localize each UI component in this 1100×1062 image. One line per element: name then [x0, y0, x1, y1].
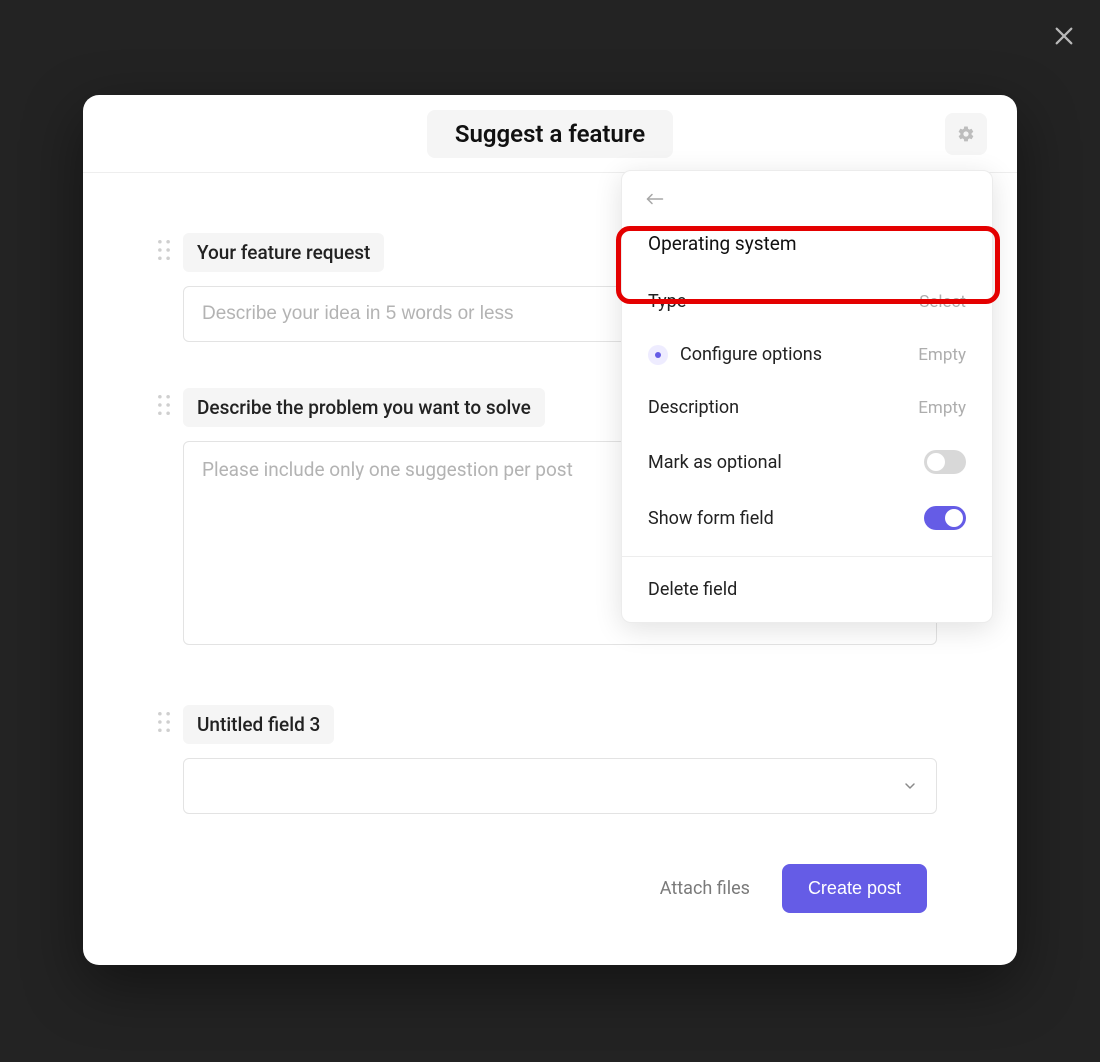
field-label[interactable]: Untitled field 3 — [183, 705, 334, 744]
arrow-left-icon — [646, 192, 664, 206]
show-field-toggle[interactable] — [924, 506, 966, 530]
field-name-row[interactable]: Operating system — [622, 218, 992, 275]
modal-footer: Attach files Create post — [660, 864, 927, 913]
field-name-label: Operating system — [648, 232, 796, 255]
configure-options-row[interactable]: Configure options Empty — [622, 328, 992, 381]
form-field-untitled-3: Untitled field 3 — [157, 705, 927, 814]
type-row[interactable]: Type Select — [622, 275, 992, 328]
delete-field-button[interactable]: Delete field — [622, 557, 992, 622]
form-settings-button[interactable] — [945, 113, 987, 155]
drag-handle-icon[interactable] — [157, 711, 171, 733]
gear-icon — [957, 125, 975, 143]
popover-back-button[interactable] — [622, 171, 992, 218]
chevron-down-icon — [902, 778, 918, 794]
radio-icon — [648, 345, 668, 365]
show-field-row: Show form field — [622, 490, 992, 546]
type-value: Select — [919, 292, 966, 312]
untitled-select-input[interactable] — [183, 758, 937, 814]
description-state: Empty — [918, 398, 966, 418]
mark-optional-row: Mark as optional — [622, 434, 992, 490]
attach-files-link[interactable]: Attach files — [660, 878, 750, 899]
form-title[interactable]: Suggest a feature — [427, 110, 673, 158]
suggest-feature-modal: Suggest a feature Your feature request — [83, 95, 1017, 965]
configure-options-state: Empty — [918, 345, 966, 365]
type-label: Type — [648, 291, 686, 312]
mark-optional-label: Mark as optional — [648, 452, 782, 473]
configure-options-label: Configure options — [680, 344, 822, 365]
mark-optional-toggle[interactable] — [924, 450, 966, 474]
show-field-label: Show form field — [648, 508, 774, 529]
create-post-button[interactable]: Create post — [782, 864, 927, 913]
field-config-popover: Operating system Type Select Configure o… — [621, 170, 993, 623]
modal-header: Suggest a feature — [83, 95, 1017, 173]
description-label: Description — [648, 397, 739, 418]
field-label[interactable]: Your feature request — [183, 233, 384, 272]
description-row[interactable]: Description Empty — [622, 381, 992, 434]
field-label[interactable]: Describe the problem you want to solve — [183, 388, 545, 427]
close-icon[interactable] — [1048, 20, 1080, 52]
drag-handle-icon[interactable] — [157, 394, 171, 416]
drag-handle-icon[interactable] — [157, 239, 171, 261]
